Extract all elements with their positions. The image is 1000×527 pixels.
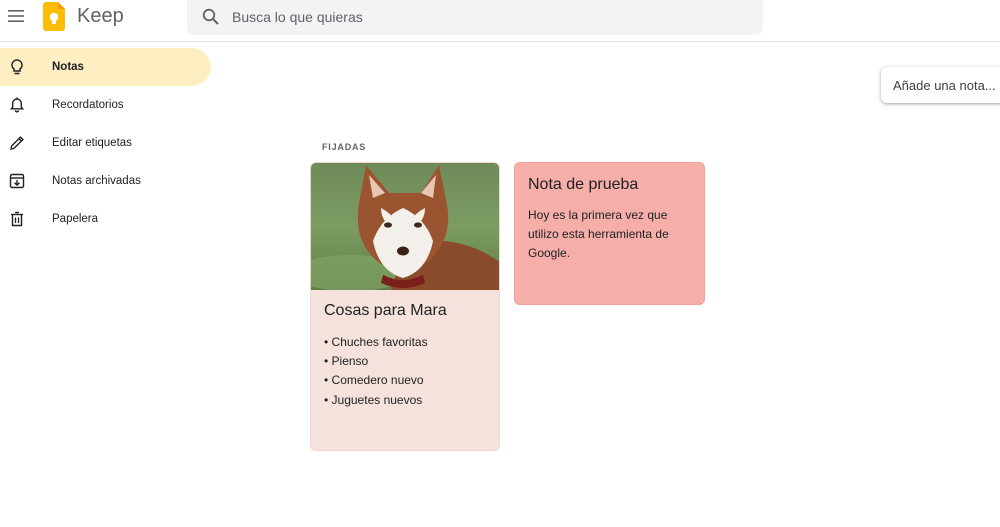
sidebar: Notas Recordatorios Editar etiquetas Not… (0, 48, 211, 238)
sidebar-item-notas-archivadas[interactable]: Notas archivadas (0, 162, 211, 200)
note-title: Nota de prueba (528, 176, 639, 193)
sidebar-item-notas[interactable]: Notas (0, 48, 211, 86)
main-menu-button[interactable] (4, 4, 28, 28)
sidebar-item-label: Recordatorios (52, 99, 124, 111)
sidebar-item-papelera[interactable]: Papelera (0, 200, 211, 238)
list-item: • Pienso (324, 354, 369, 369)
husky-dog-photo (311, 163, 499, 290)
trash-icon (7, 209, 27, 229)
pencil-icon (7, 133, 27, 153)
note-card[interactable]: Cosas para Mara • Chuches favoritas • Pi… (310, 162, 500, 451)
list-item: • Chuches favoritas (324, 335, 428, 349)
sidebar-item-label: Editar etiquetas (52, 137, 132, 149)
sidebar-item-label: Notas archivadas (52, 175, 141, 187)
keep-logo-icon[interactable] (43, 2, 65, 31)
sidebar-item-recordatorios[interactable]: Recordatorios (0, 86, 211, 124)
list-item: • Juguetes nuevos (324, 392, 423, 407)
bell-icon (7, 95, 27, 115)
note-body: Hoy es la primera vez que utilizo esta h… (528, 208, 669, 261)
note-checklist: • Chuches favoritas • Pienso • Comedero … (324, 333, 428, 410)
search-icon[interactable] (201, 7, 221, 27)
lightbulb-icon (7, 57, 27, 77)
take-note-input[interactable] (893, 75, 1000, 95)
note-title: Cosas para Mara (324, 302, 447, 319)
list-item: • Comedero nuevo (324, 373, 424, 388)
app-name[interactable]: Keep (77, 5, 124, 28)
search-input[interactable] (232, 0, 732, 33)
note-card[interactable]: Nota de prueba Hoy es la primera vez que… (514, 162, 705, 305)
sidebar-item-label: Papelera (52, 213, 99, 225)
take-note-box[interactable] (881, 67, 1000, 103)
top-bar: Keep (0, 0, 1000, 42)
hamburger-menu-icon (8, 10, 24, 22)
search-bar[interactable] (187, 0, 763, 35)
sidebar-item-label: Notas (52, 61, 84, 73)
archive-icon (7, 171, 27, 191)
sidebar-item-editar-etiquetas[interactable]: Editar etiquetas (0, 124, 211, 162)
pinned-section-label: FIJADAS (322, 142, 367, 152)
